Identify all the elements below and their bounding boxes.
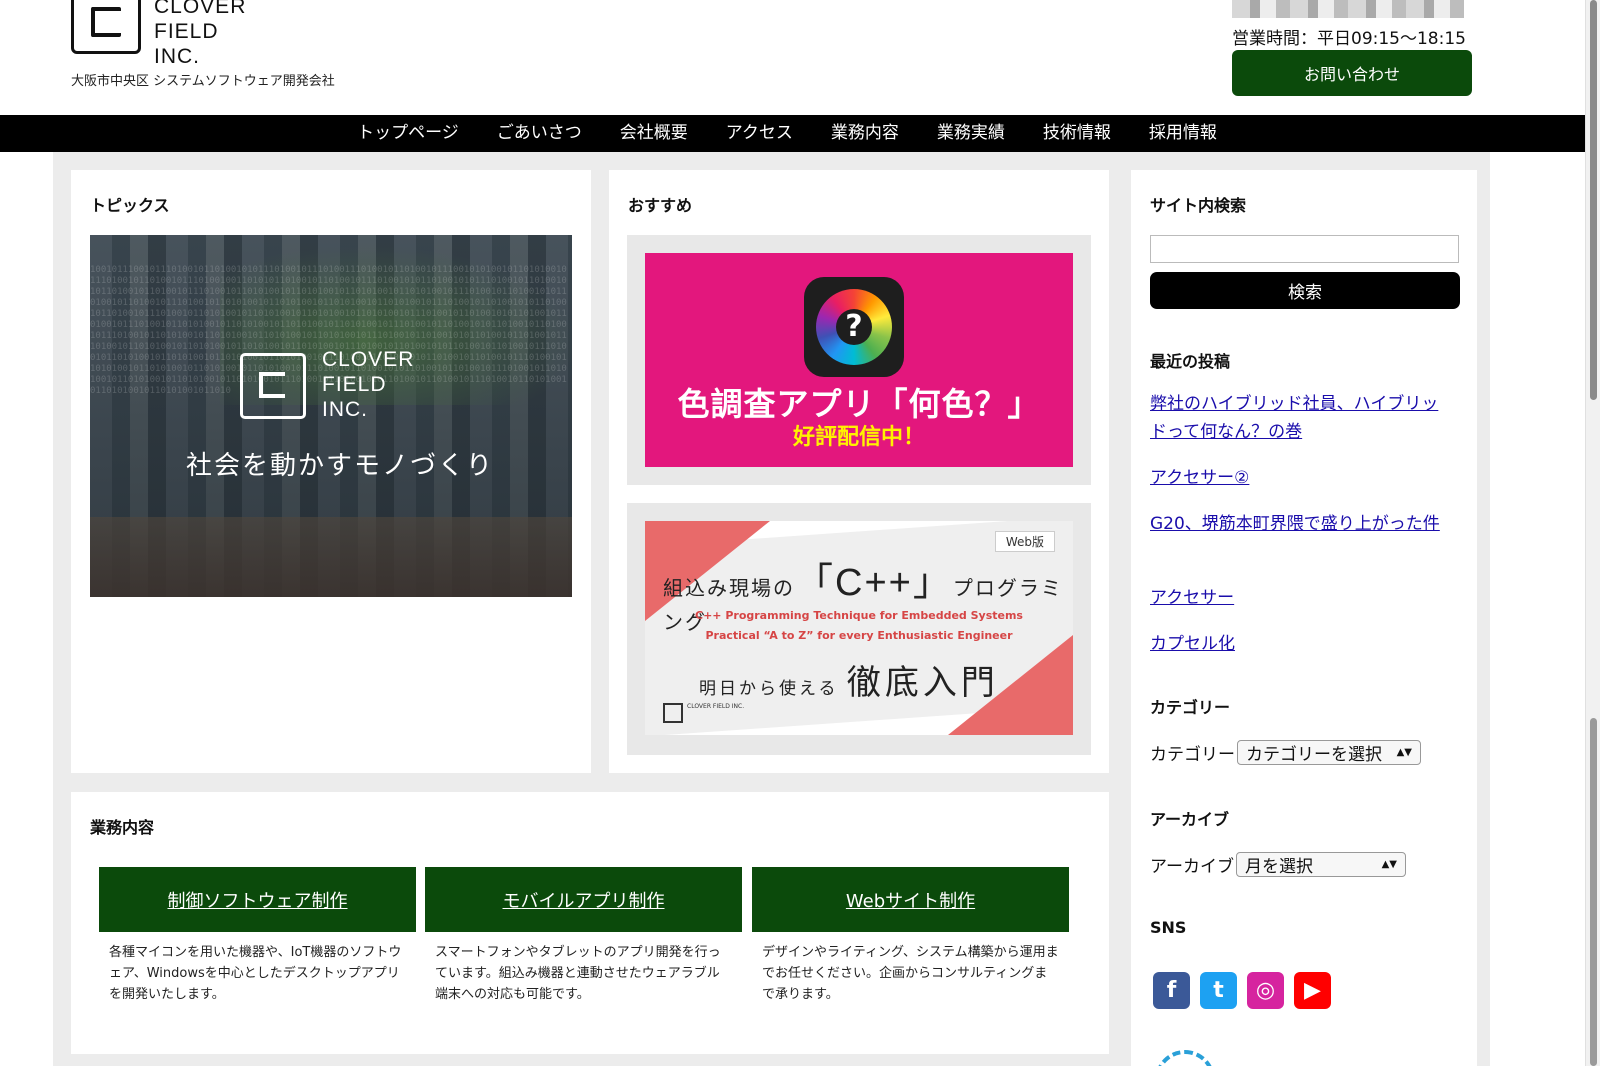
- main-nav: トップページ ごあいさつ 会社概要 アクセス 業務内容 業務実績 技術情報 採用…: [0, 115, 1585, 152]
- service-link-website[interactable]: Webサイト制作: [752, 867, 1069, 932]
- service-item: Webサイト制作 デザインやライティング、システム構築から運用までお任せください…: [752, 867, 1069, 1005]
- chain-link-icon[interactable]: [1155, 1050, 1215, 1066]
- sns-title: SNS: [1150, 918, 1187, 937]
- services-title: 業務内容: [90, 818, 155, 837]
- recent-post-link[interactable]: アクセサー②: [1150, 464, 1450, 492]
- twitter-icon[interactable]: t: [1200, 972, 1237, 1009]
- cpp-banner-english-2: Practical “A to Z” for every Enthusiasti…: [705, 629, 1013, 642]
- color-wheel-app-icon: ?: [804, 277, 904, 377]
- youtube-icon[interactable]: ▶: [1294, 972, 1331, 1009]
- recent-posts-title: 最近の投稿: [1150, 352, 1231, 371]
- select-arrows-icon: ▲▼: [1396, 747, 1412, 758]
- scrollbar-thumb-lower[interactable]: [1590, 718, 1597, 1066]
- category-label: カテゴリー: [1150, 745, 1235, 765]
- logo-c-glyph: [91, 7, 121, 37]
- facebook-icon[interactable]: f: [1153, 972, 1190, 1009]
- nav-item-tech[interactable]: 技術情報: [1024, 115, 1130, 152]
- nav-item-access[interactable]: アクセス: [707, 115, 812, 152]
- instagram-icon[interactable]: ◎: [1247, 972, 1284, 1009]
- image-logo-c-glyph: [259, 372, 285, 398]
- color-wheel: ?: [816, 289, 892, 365]
- page-scrollbar[interactable]: [1585, 0, 1600, 1066]
- logo-text[interactable]: CLOVER FIELD INC.: [154, 0, 246, 69]
- tagline: 大阪市中央区 システムソフトウェア開発会社: [71, 74, 335, 89]
- cpp-mini-logo-mark: [663, 703, 683, 723]
- archive-label: アーカイブ: [1150, 857, 1234, 877]
- sidebar: サイト内検索 検索 最近の投稿 弊社のハイブリッド社員、ハイブリッドって何なん？…: [1131, 170, 1477, 1066]
- color-app-banner-subtitle: 好評配信中！: [792, 425, 925, 450]
- cpp-line1-big: 「C++」: [795, 562, 953, 604]
- category-row: カテゴリー カテゴリーを選択 ▲▼: [1150, 740, 1421, 765]
- recent-post-link[interactable]: カプセル化: [1150, 630, 1450, 658]
- recommend-title: おすすめ: [628, 196, 693, 215]
- service-item: モバイルアプリ制作 スマートフォンやタブレットのアプリ開発を行っています。組込み…: [425, 867, 742, 1005]
- search-button[interactable]: 検索: [1150, 272, 1460, 309]
- archive-title: アーカイブ: [1150, 810, 1230, 829]
- color-app-banner[interactable]: ? 色調査アプリ「何色？」 好評配信中！: [645, 253, 1073, 467]
- logo-mark[interactable]: [71, 0, 141, 54]
- recent-post-link[interactable]: アクセサー: [1150, 584, 1450, 612]
- image-logo-text: CLOVER FIELD INC.: [322, 347, 414, 422]
- cpp-mini-logo-text: CLOVER FIELD INC.: [687, 703, 745, 710]
- image-logo-line-1: CLOVER: [322, 348, 415, 371]
- search-input[interactable]: [1150, 235, 1459, 263]
- archive-select[interactable]: 月を選択 ▲▼: [1235, 852, 1406, 877]
- select-arrows-icon: ▲▼: [1381, 859, 1397, 870]
- topics-card: トピックス 1001011100101110100101101001010111…: [71, 170, 591, 773]
- search-title: サイト内検索: [1150, 196, 1247, 215]
- archive-row: アーカイブ 月を選択 ▲▼: [1150, 852, 1406, 877]
- cpp-banner-english-1: C++ Programming Technique for Embedded S…: [695, 609, 1023, 622]
- logo-line-3: INC.: [154, 45, 200, 68]
- image-logo-mark: [240, 353, 306, 419]
- nav-item-recruit[interactable]: 採用情報: [1130, 115, 1236, 152]
- logo-line-2: FIELD: [154, 20, 219, 43]
- recommend-card: おすすめ ? 色調査アプリ「何色？」 好評配信中！ Web版 組込み現場の「C+…: [609, 170, 1109, 773]
- cpp-line1-pre: 組込み現場の: [663, 576, 795, 600]
- cpp-course-banner[interactable]: Web版 組込み現場の「C++」プログラミング C++ Programming …: [645, 521, 1073, 735]
- recommend-banner-frame-2: Web版 組込み現場の「C++」プログラミング C++ Programming …: [627, 503, 1091, 755]
- cpp-line3-pre: 明日から使える: [699, 679, 839, 699]
- redacted-phone: [1232, 0, 1464, 18]
- logo-line-1: CLOVER: [154, 0, 247, 18]
- category-select[interactable]: カテゴリーを選択 ▲▼: [1237, 740, 1421, 765]
- topics-image[interactable]: 1001011100101110100101101001010111010010…: [90, 235, 572, 597]
- scrollbar-thumb[interactable]: [1590, 0, 1597, 400]
- image-logo-line-3: INC.: [322, 398, 368, 421]
- topics-title: トピックス: [90, 196, 170, 215]
- business-hours: 営業時間：平日09:15〜18:15: [1232, 29, 1466, 49]
- category-title: カテゴリー: [1150, 698, 1231, 717]
- services-card: 業務内容 制御ソフトウェア制作 各種マイコンを用いた機器や、IoT機器のソフトウ…: [71, 792, 1109, 1054]
- recommend-banner-frame-1: ? 色調査アプリ「何色？」 好評配信中！: [627, 235, 1091, 485]
- archive-select-value: 月を選択: [1244, 857, 1313, 877]
- cpp-banner-line-3: 明日から使える 徹底入門: [699, 655, 999, 704]
- question-mark-icon: ?: [836, 309, 872, 345]
- service-link-control-software[interactable]: 制御ソフトウェア制作: [99, 867, 416, 932]
- nav-item-company[interactable]: 会社概要: [601, 115, 707, 152]
- web-edition-badge: Web版: [994, 531, 1055, 552]
- image-logo-line-2: FIELD: [322, 373, 387, 396]
- cpp-banner-line-1: 組込み現場の「C++」プログラミング: [663, 551, 1073, 635]
- service-link-mobile-app[interactable]: モバイルアプリ制作: [425, 867, 742, 932]
- nav-item-works[interactable]: 業務実績: [918, 115, 1024, 152]
- service-item: 制御ソフトウェア制作 各種マイコンを用いた機器や、IoT機器のソフトウェア、Wi…: [99, 867, 416, 1005]
- nav-item-services[interactable]: 業務内容: [812, 115, 918, 152]
- sns-links: f t ◎ ▶: [1153, 972, 1331, 1009]
- service-desc: 各種マイコンを用いた機器や、IoT機器のソフトウェア、Windowsを中心とした…: [109, 945, 402, 1002]
- service-desc: デザインやライティング、システム構築から運用までお任せください。企画からコンサル…: [762, 945, 1059, 1002]
- recent-post-link[interactable]: 弊社のハイブリッド社員、ハイブリッドって何なん？の巻: [1150, 390, 1450, 446]
- image-ground: [90, 517, 572, 597]
- service-desc: スマートフォンやタブレットのアプリ開発を行っています。組込み機器と連動させたウェ…: [435, 945, 721, 1002]
- recent-post-link[interactable]: G20、堺筋本町界隈で盛り上がった件: [1150, 510, 1450, 538]
- category-select-value: カテゴリーを選択: [1246, 745, 1382, 765]
- site-header: CLOVER FIELD INC. 大阪市中央区 システムソフトウェア開発会社 …: [0, 0, 1585, 114]
- image-slogan: 社会を動かすモノづくり: [186, 451, 495, 481]
- nav-item-greeting[interactable]: ごあいさつ: [478, 115, 601, 152]
- nav-item-top[interactable]: トップページ: [338, 115, 478, 152]
- cpp-line3-big: 徹底入門: [846, 663, 999, 703]
- contact-button[interactable]: お問い合わせ: [1232, 50, 1472, 96]
